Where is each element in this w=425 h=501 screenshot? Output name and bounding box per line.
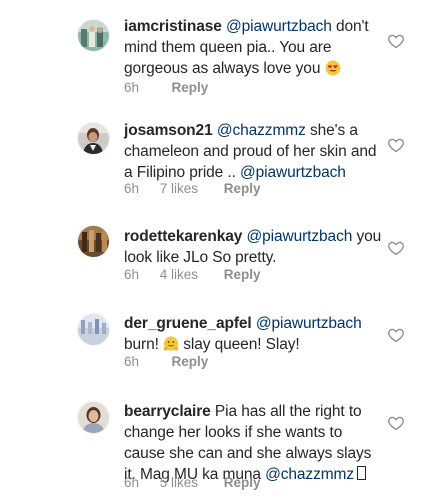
comment-username[interactable]: rodettekarenkay	[124, 228, 242, 245]
comment-text: rodettekarenkay @piawurtzbach you look l…	[124, 226, 382, 268]
avatar[interactable]	[78, 402, 109, 433]
comment-text: der_gruene_apfel @piawurtzbach burn! sla…	[124, 313, 382, 355]
comment-mention[interactable]: @piawurtzbach	[256, 315, 362, 332]
comment-body: slay queen! Slay!	[179, 336, 300, 353]
avatar[interactable]	[78, 20, 109, 51]
reply-button[interactable]: Reply	[224, 267, 261, 282]
reply-button[interactable]: Reply	[172, 354, 209, 369]
comment-likes[interactable]: 7 likes	[160, 181, 198, 196]
comment-username[interactable]: bearryclaire	[124, 403, 211, 420]
hugging-face-emoji-icon	[163, 336, 179, 352]
comment-text: iamcristinase @piawurtzbach don't mind t…	[124, 16, 382, 79]
comment-text: bearryclaire Pia has all the right to ch…	[124, 401, 382, 485]
missing-glyph-icon	[357, 466, 366, 480]
comment-meta: 6h 4 likes Reply	[124, 267, 261, 282]
comment-time: 6h	[124, 181, 140, 196]
comment-likes[interactable]: 5 likes	[160, 475, 198, 490]
comment-text: josamson21 @chazzmmz she's a chameleon a…	[124, 120, 382, 183]
comment-meta: 6h Reply	[124, 80, 208, 95]
comment-mention[interactable]: @piawurtzbach	[240, 164, 346, 181]
reply-button[interactable]: Reply	[224, 181, 261, 196]
avatar[interactable]	[78, 123, 109, 154]
comment-mention[interactable]: @piawurtzbach	[246, 228, 352, 245]
heart-eyes-emoji-icon	[325, 60, 341, 76]
comment-username[interactable]: josamson21	[124, 122, 213, 139]
comment-mention[interactable]: @chazzmmz	[265, 466, 354, 483]
comment-time: 6h	[124, 267, 140, 282]
heart-outline-icon[interactable]	[387, 136, 405, 154]
heart-outline-icon[interactable]	[387, 414, 405, 432]
comment-body: burn!	[124, 336, 164, 353]
comment-mention[interactable]: @chazzmmz	[217, 122, 306, 139]
comment-username[interactable]: iamcristinase	[124, 18, 222, 35]
comment-likes[interactable]: 4 likes	[160, 267, 198, 282]
comment-meta: 6h 5 likes Reply	[124, 475, 261, 490]
heart-outline-icon[interactable]	[387, 326, 405, 344]
comment-mention[interactable]: @piawurtzbach	[226, 18, 332, 35]
comment-time: 6h	[124, 80, 140, 95]
avatar[interactable]	[78, 314, 109, 345]
avatar[interactable]	[78, 226, 109, 257]
comment-meta: 6h 7 likes Reply	[124, 181, 261, 196]
reply-button[interactable]: Reply	[224, 475, 261, 490]
comment-meta: 6h Reply	[124, 354, 208, 369]
heart-outline-icon[interactable]	[387, 32, 405, 50]
comment-time: 6h	[124, 475, 140, 490]
comment-time: 6h	[124, 354, 140, 369]
heart-outline-icon[interactable]	[387, 239, 405, 257]
comment-username[interactable]: der_gruene_apfel	[124, 315, 252, 332]
reply-button[interactable]: Reply	[172, 80, 209, 95]
